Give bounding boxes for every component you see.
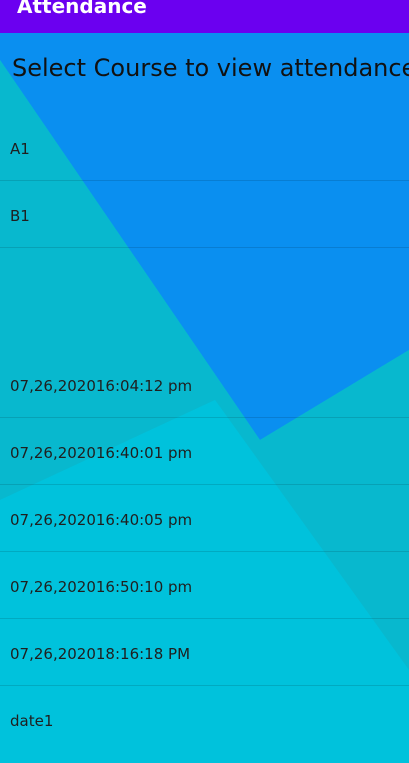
course-item[interactable]: A1 — [0, 114, 409, 181]
attendance-date-label: 07,26,202018:16:18 PM — [10, 645, 191, 663]
attendance-date-item[interactable]: 07,26,202016:04:12 pm — [0, 351, 409, 418]
attendance-date-item[interactable]: 07,26,202016:40:01 pm — [0, 418, 409, 485]
attendance-date-list: 07,26,202016:04:12 pm 07,26,202016:40:01… — [0, 351, 409, 753]
app-title: Attendance — [17, 0, 147, 18]
course-list: A1 B1 — [0, 114, 409, 248]
attendance-date-label: 07,26,202016:40:01 pm — [10, 444, 193, 462]
course-item[interactable]: B1 — [0, 181, 409, 248]
course-label: B1 — [10, 207, 30, 225]
attendance-date-item[interactable]: 07,26,202018:16:18 PM — [0, 619, 409, 686]
app-bar: Attendance — [0, 0, 409, 33]
course-label: A1 — [10, 140, 30, 158]
attendance-date-item[interactable]: date1 — [0, 686, 409, 753]
attendance-date-label: 07,26,202016:40:05 pm — [10, 511, 193, 529]
attendance-date-item[interactable]: 07,26,202016:50:10 pm — [0, 552, 409, 619]
attendance-date-label: date1 — [10, 712, 54, 730]
page-heading: Select Course to view attendance — [12, 54, 409, 82]
attendance-date-label: 07,26,202016:04:12 pm — [10, 377, 193, 395]
attendance-date-item[interactable]: 07,26,202016:40:05 pm — [0, 485, 409, 552]
attendance-date-label: 07,26,202016:50:10 pm — [10, 578, 193, 596]
attendance-content: Select Course to view attendance A1 B1 0… — [0, 33, 409, 763]
